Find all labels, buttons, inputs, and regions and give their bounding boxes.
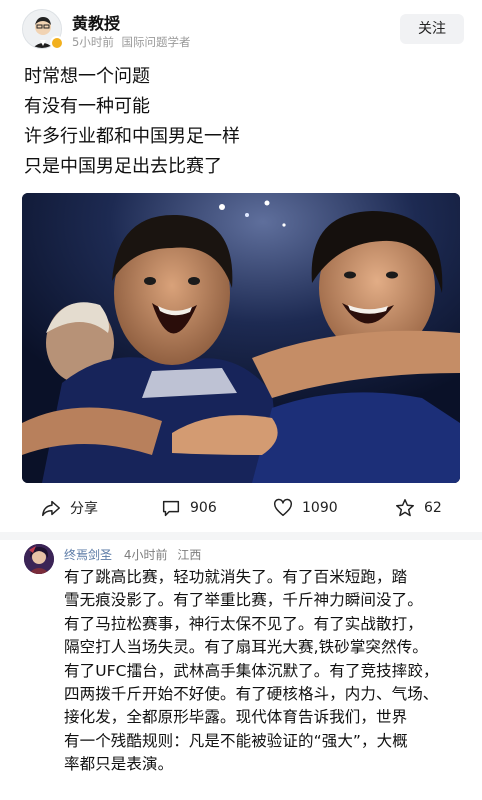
comment-line: 隔空打人当场失灵。有了扇耳光大赛,铁砂掌突然传。 [64,638,428,657]
comment-meta: 终焉剑圣 4小时前 江西 [64,546,207,563]
share-arrow-icon [42,500,60,517]
comment-bubble-icon [162,500,180,517]
verified-badge-icon [50,36,64,50]
favorites-count: 62 [424,500,442,516]
comment-body: 有了跳高比赛，轻功就消失了。有了百米短跑，踏 雪无痕没影了。有了举重比赛，千斤神… [64,566,474,777]
commenter-name[interactable]: 终焉剑圣 [64,548,112,562]
like-button[interactable]: 1090 [272,492,338,524]
comment-location: 江西 [177,548,202,562]
comment-button[interactable]: 906 [160,492,217,524]
author-name[interactable]: 黄教授 [72,10,120,34]
post-line: 有没有一种可能 [24,96,150,117]
comment-line: 有了跳高比赛，轻功就消失了。有了百米短跑，踏 [64,568,408,586]
post-meta: 5小时前 国际问题学者 [72,34,194,50]
post-header: 黄教授 5小时前 国际问题学者 关注 [0,0,482,56]
follow-button[interactable]: 关注 [400,14,464,44]
comments-count: 906 [190,500,217,516]
comment-line: 接化发，全都原形毕露。现代体育告诉我们，世界 [64,708,408,727]
section-divider [0,532,482,540]
comment-line: 四两拨千斤开始不好使。有了硬核格斗，内力、气场、 [64,685,439,704]
comment-line: 率都只是表演。 [64,755,174,774]
comment-line: 有了马拉松赛事，神行太保不见了。有了实战散打， [64,614,423,633]
comment-line: 有了UFC擂台，武林高手集体沉默了。有了竞技摔跤， [64,661,439,680]
share-button[interactable]: 分享 [40,492,98,524]
post-time: 5小时前 [72,35,114,49]
commenter-avatar[interactable] [24,544,54,574]
post-line: 时常想一个问题 [24,66,150,87]
heart-icon [274,498,292,517]
likes-count: 1090 [302,500,338,516]
post-line: 只是中国男足出去比赛了 [24,156,222,177]
post-photo[interactable] [22,193,460,483]
comment-time: 4小时前 [123,548,168,562]
comment-line: 有一个残酷规则：凡是不能被验证的“强大”，大概 [64,731,408,750]
share-label: 分享 [70,501,98,517]
comment-line: 雪无痕没影了。有了举重比赛，千斤神力瞬间没了。 [64,591,423,610]
post-line: 许多行业都和中国男足一样 [24,126,240,147]
star-icon [396,499,414,517]
author-tagline: 国际问题学者 [121,35,191,49]
post-actions: 分享 906 1090 62 [0,492,482,524]
post-content: 时常想一个问题 有没有一种可能 许多行业都和中国男足一样 只是中国男足出去比赛了 [24,62,464,182]
favorite-button[interactable]: 62 [394,492,442,524]
